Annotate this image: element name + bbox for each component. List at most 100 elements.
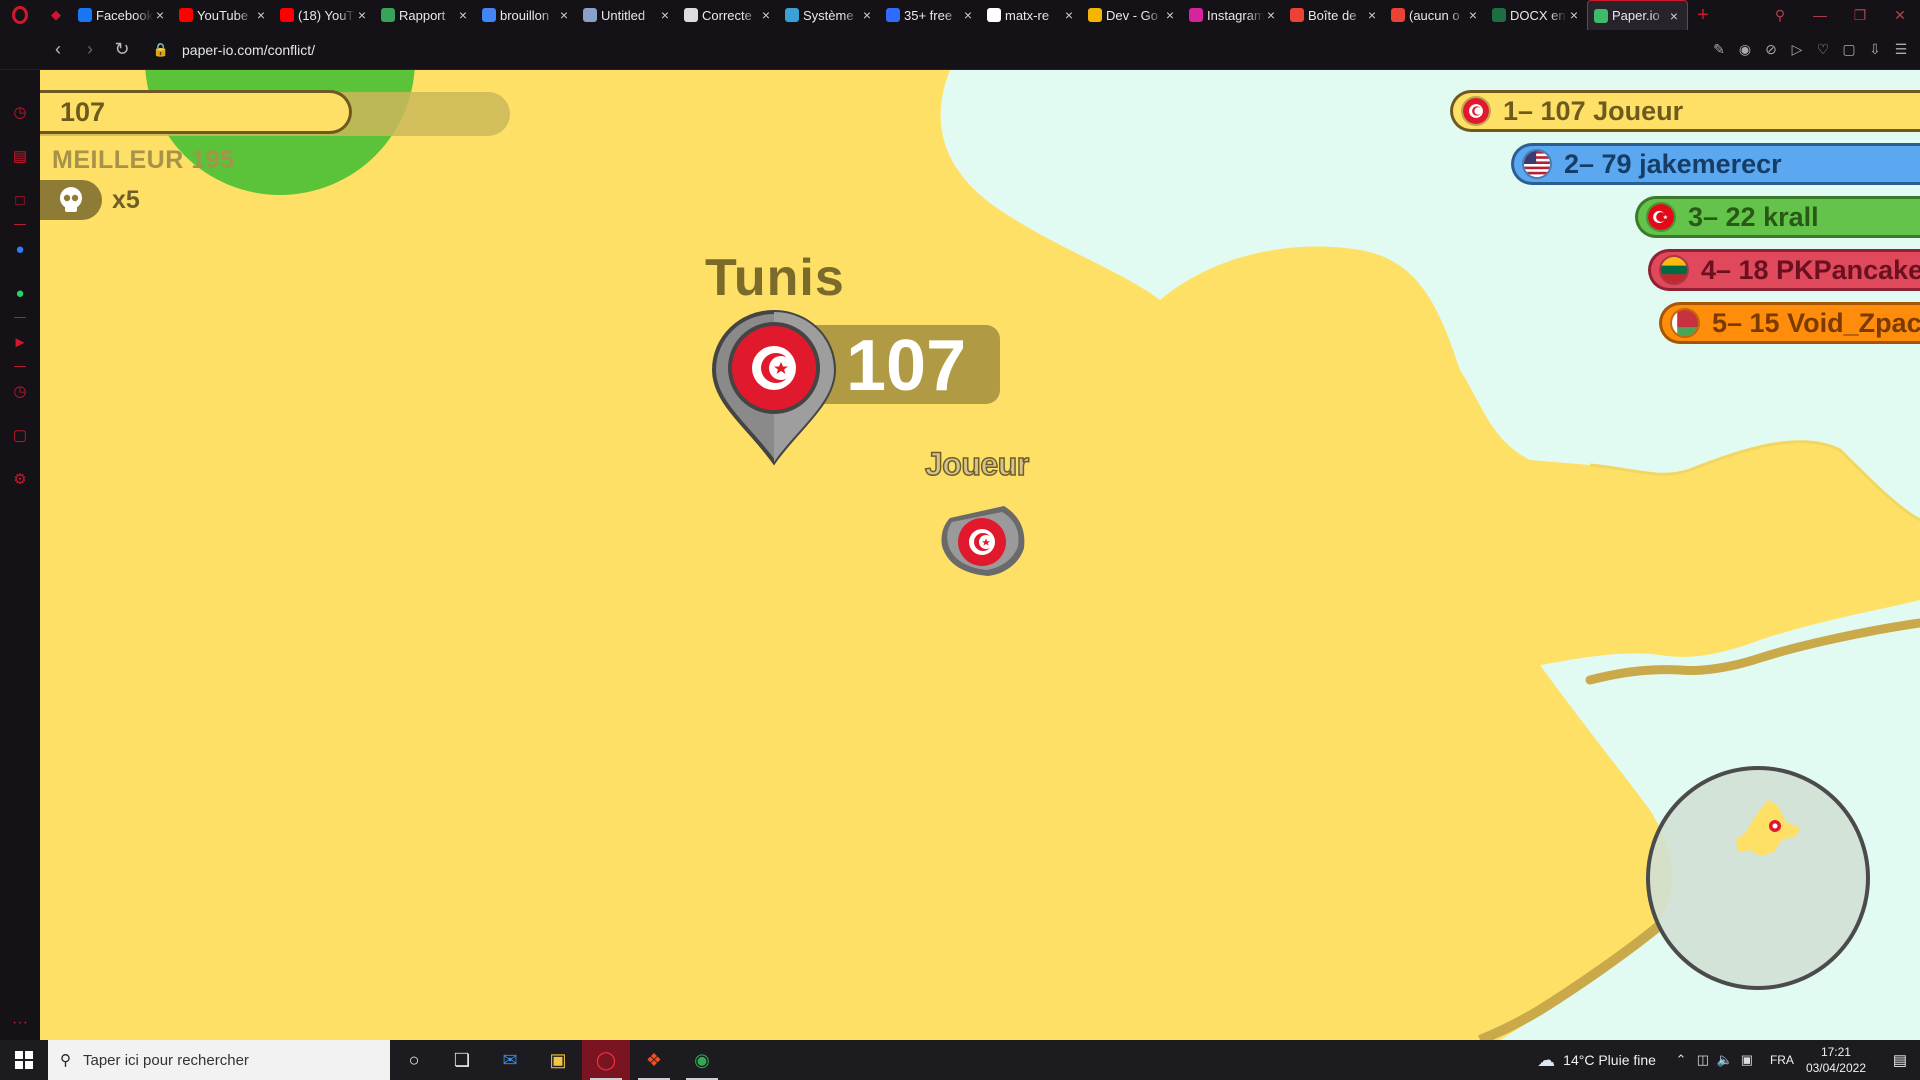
close-tab-icon[interactable]: ×: [153, 7, 167, 23]
close-tab-icon[interactable]: ×: [1466, 7, 1480, 23]
tab[interactable]: Facebook ×: [72, 0, 173, 30]
leaderboard-entry-4: 4– 18 PKPancake: [1648, 249, 1920, 291]
download-icon[interactable]: ⇩: [1862, 41, 1888, 58]
close-tab-icon[interactable]: ×: [557, 7, 571, 23]
url-field[interactable]: paper-io.com/conflict/: [182, 42, 315, 58]
close-tab-icon[interactable]: ×: [759, 7, 773, 23]
tab[interactable]: (18) YouTube×: [274, 0, 375, 30]
close-tab-icon[interactable]: ×: [961, 7, 975, 23]
heart-icon[interactable]: ♡: [1810, 41, 1836, 58]
tab[interactable]: (aucun o ×: [1385, 0, 1486, 30]
forward-button[interactable]: ›: [74, 34, 106, 66]
tab-title: Correcte: [702, 7, 752, 23]
close-tab-icon[interactable]: ×: [658, 7, 672, 23]
close-tab-icon[interactable]: ×: [860, 7, 874, 23]
tab[interactable]: matx-re ×: [981, 0, 1082, 30]
task-view-icon[interactable]: ❏: [438, 1040, 486, 1080]
leaderboard-entry-text: 3– 22 krall: [1688, 201, 1819, 232]
tab[interactable]: Untitled ×: [577, 0, 678, 30]
close-tab-icon[interactable]: ×: [1163, 7, 1177, 23]
lock-icon[interactable]: 🔒: [146, 42, 176, 58]
tab[interactable]: 35+ free ×: [880, 0, 981, 30]
edit-icon[interactable]: ✎: [1706, 41, 1732, 58]
camera-icon[interactable]: ◉: [1732, 41, 1758, 58]
speed-dial-icon[interactable]: ◷: [0, 90, 40, 134]
close-tab-icon[interactable]: ×: [1062, 7, 1076, 23]
city-name: Tunis: [705, 249, 845, 307]
menu-icon[interactable]: ☰: [1888, 41, 1914, 58]
clock[interactable]: 17:21 03/04/2022: [1806, 1044, 1866, 1076]
windows-taskbar: ⚲ Taper ici pour rechercher ○ ❏ ✉ ▣ ◯ ❖ …: [0, 1040, 1920, 1080]
tab[interactable]: Instagram ×: [1183, 0, 1284, 30]
gamepad-icon[interactable]: ◆: [40, 0, 72, 30]
whatsapp-icon[interactable]: ●: [0, 271, 40, 315]
close-window-button[interactable]: ✕: [1880, 7, 1920, 24]
network-icon[interactable]: ▣: [1736, 1052, 1758, 1068]
leaderboard-entry-text: 5– 15 Void_Zpac: [1712, 307, 1920, 338]
address-bar: ‹ › ↻ 🔒 paper-io.com/conflict/ ✎ ◉ ⊘ ▷ ♡…: [0, 30, 1920, 70]
volume-icon[interactable]: 🔈: [1714, 1052, 1736, 1068]
youtube-icon: [179, 8, 193, 22]
cube-icon[interactable]: ▢: [1836, 41, 1862, 58]
close-tab-icon[interactable]: ×: [1667, 8, 1681, 24]
figma-icon[interactable]: ❖: [630, 1040, 678, 1080]
language-indicator[interactable]: FRA: [1770, 1053, 1794, 1067]
tab[interactable]: Système ×: [779, 0, 880, 30]
back-button[interactable]: ‹: [42, 34, 74, 66]
opera-menu-icon[interactable]: [0, 0, 40, 30]
leaderboard-entry-text: 4– 18 PKPancake: [1701, 254, 1920, 285]
search-tabs-icon[interactable]: ⚲: [1760, 7, 1800, 24]
weather-widget[interactable]: ☁ 14°C Pluie fine: [1537, 1050, 1656, 1071]
file-explorer-icon[interactable]: ▣: [534, 1040, 582, 1080]
windows-start-button[interactable]: [0, 1040, 48, 1080]
close-tab-icon[interactable]: ×: [1567, 7, 1581, 23]
reload-button[interactable]: ↻: [106, 34, 138, 66]
tab[interactable]: Correcte ×: [678, 0, 779, 30]
opera-taskbar-icon[interactable]: ◯: [582, 1040, 630, 1080]
chevron-up-icon[interactable]: ⌃: [1670, 1052, 1692, 1068]
github-icon: [987, 8, 1001, 22]
device-icon[interactable]: ◫: [1692, 1052, 1714, 1068]
docs-icon: [482, 8, 496, 22]
close-tab-icon[interactable]: ×: [456, 7, 470, 23]
tab[interactable]: Paper.io ×: [1587, 0, 1688, 30]
tab[interactable]: brouillon ×: [476, 0, 577, 30]
player-name-label: Joueur: [924, 445, 1030, 483]
minimize-button[interactable]: —: [1800, 7, 1840, 23]
shopping-bag-icon[interactable]: ▤: [0, 134, 40, 178]
block-icon[interactable]: ⊘: [1758, 41, 1784, 58]
history-icon[interactable]: ◷: [0, 369, 40, 413]
tab-title: matx-re: [1005, 7, 1050, 23]
window-controls: ⚲ — ❐ ✕: [1760, 0, 1920, 30]
minimap-territory: [1736, 800, 1800, 856]
send-icon[interactable]: ▷: [1784, 41, 1810, 58]
tab[interactable]: YouTube ×: [173, 0, 274, 30]
close-tab-icon[interactable]: ×: [355, 7, 369, 23]
settings-icon[interactable]: ⚙: [0, 457, 40, 501]
close-tab-icon[interactable]: ×: [254, 7, 268, 23]
cortana-icon[interactable]: ○: [390, 1040, 438, 1080]
turkey-flag-icon: [1646, 202, 1676, 232]
notifications-icon[interactable]: ▤: [1880, 1040, 1920, 1080]
maximize-button[interactable]: ❐: [1840, 7, 1880, 24]
search-placeholder: Taper ici pour rechercher: [83, 1051, 249, 1069]
player-icon[interactable]: ►: [0, 320, 40, 364]
messenger-icon[interactable]: ●: [0, 227, 40, 271]
close-tab-icon[interactable]: ×: [1365, 7, 1379, 23]
tab[interactable]: Rapport ×: [375, 0, 476, 30]
tab[interactable]: Dev - Go ×: [1082, 0, 1183, 30]
address-tools: ✎ ◉ ⊘ ▷ ♡ ▢ ⇩ ☰: [1706, 41, 1914, 58]
mail-app-icon[interactable]: ✉: [486, 1040, 534, 1080]
extensions-icon[interactable]: ▢: [0, 413, 40, 457]
new-tab-button[interactable]: +: [1688, 4, 1718, 27]
game-canvas[interactable]: 107 MEILLEUR 195 x5 Tunis 107 Joueur 1– …: [40, 70, 1920, 1040]
twitch-icon[interactable]: □: [0, 178, 40, 222]
tab[interactable]: Boîte de ×: [1284, 0, 1385, 30]
chrome-icon[interactable]: ◉: [678, 1040, 726, 1080]
close-tab-icon[interactable]: ×: [1264, 7, 1278, 23]
more-icon[interactable]: ···: [12, 1014, 28, 1032]
tab[interactable]: DOCX en ×: [1486, 0, 1587, 30]
tab-title: Dev - Go: [1106, 7, 1159, 23]
taskbar-search[interactable]: ⚲ Taper ici pour rechercher: [48, 1040, 390, 1080]
browser-sidebar: ◷ ▤ □ ● ● ► ◷ ▢ ⚙ ···: [0, 70, 40, 1040]
